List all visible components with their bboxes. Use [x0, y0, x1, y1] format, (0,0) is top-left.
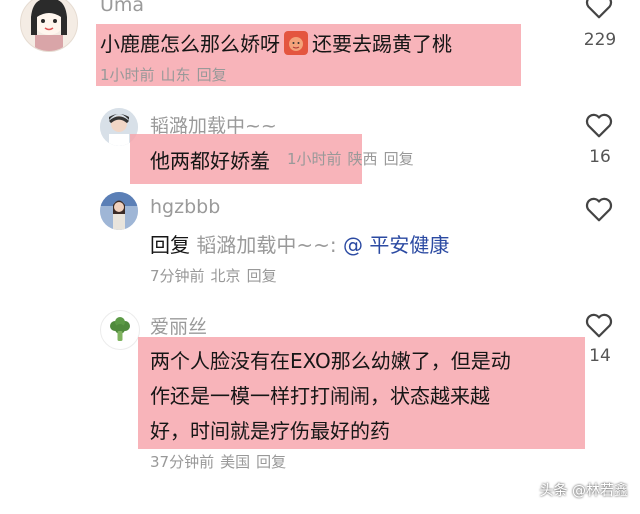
- watermark: 头条 @林若鑫: [539, 483, 628, 499]
- comment-location: 北京: [210, 267, 241, 285]
- comment-time: 1小时前: [100, 66, 155, 84]
- comment-text-line: 好，时间就是疗伤最好的药: [150, 419, 390, 443]
- comment-text: 他两都好娇羞: [150, 149, 270, 173]
- comment-username[interactable]: Uma: [100, 0, 144, 16]
- reply-button[interactable]: 回复: [256, 453, 286, 471]
- reply-button[interactable]: 回复: [197, 66, 227, 84]
- avatar-uma[interactable]: [20, 0, 78, 52]
- comment-meta: 37分钟前 美国 回复: [150, 451, 292, 472]
- comment-time: 1小时前: [287, 150, 342, 168]
- comment-meta: 1小时前 陕西 回复: [287, 148, 420, 169]
- reply-button[interactable]: 回复: [247, 267, 277, 285]
- avatar-uma-illustration: [31, 0, 67, 51]
- comment-text: 小鹿鹿怎么那么娇呀 还要去踢黄了桃: [100, 28, 452, 57]
- comment-text: 回复 韬潞加载中~~: @ 平安健康: [150, 229, 449, 258]
- heart-icon[interactable]: [584, 311, 614, 339]
- comment-location: 山东: [160, 66, 191, 84]
- avatar-alice[interactable]: [100, 310, 140, 350]
- comment-meta: 7分钟前 北京 回复: [150, 265, 283, 286]
- comment-location: 陕西: [347, 150, 378, 168]
- comment-time: 37分钟前: [150, 453, 215, 471]
- avatar-hgzbbb-illustration: [100, 192, 138, 230]
- comment-text-line: 两个人脸没有在EXO那么幼嫩了，但是动: [150, 349, 511, 373]
- mention-link[interactable]: @ 平安健康: [343, 233, 449, 257]
- heart-icon[interactable]: [584, 0, 614, 20]
- like-count: 16: [589, 147, 611, 167]
- emoji-icon: [284, 31, 308, 55]
- comment-text-part: 还要去踢黄了桃: [312, 32, 452, 56]
- comment-text-line: 作还是一模一样打打闹闹，状态越来越: [150, 384, 490, 408]
- reply-prefix: 回复: [150, 233, 190, 257]
- comment-time: 7分钟前: [150, 267, 205, 285]
- like-count: 14: [589, 346, 611, 366]
- broccoli-icon: [110, 317, 130, 341]
- comment-location: 美国: [220, 453, 251, 471]
- comment-text-part: 小鹿鹿怎么那么娇呀: [100, 32, 280, 56]
- reply-button[interactable]: 回复: [384, 150, 414, 168]
- like-count: 229: [583, 30, 617, 50]
- comment-username[interactable]: hgzbbb: [150, 196, 220, 218]
- avatar-hgzbbb[interactable]: [100, 192, 138, 230]
- heart-icon[interactable]: [584, 111, 614, 139]
- comment-meta: 1小时前 山东 回复: [100, 64, 233, 85]
- reply-target-username[interactable]: 韬潞加载中~~:: [196, 233, 336, 257]
- heart-icon[interactable]: [584, 195, 614, 223]
- comment-username[interactable]: 爱丽丝: [150, 312, 207, 339]
